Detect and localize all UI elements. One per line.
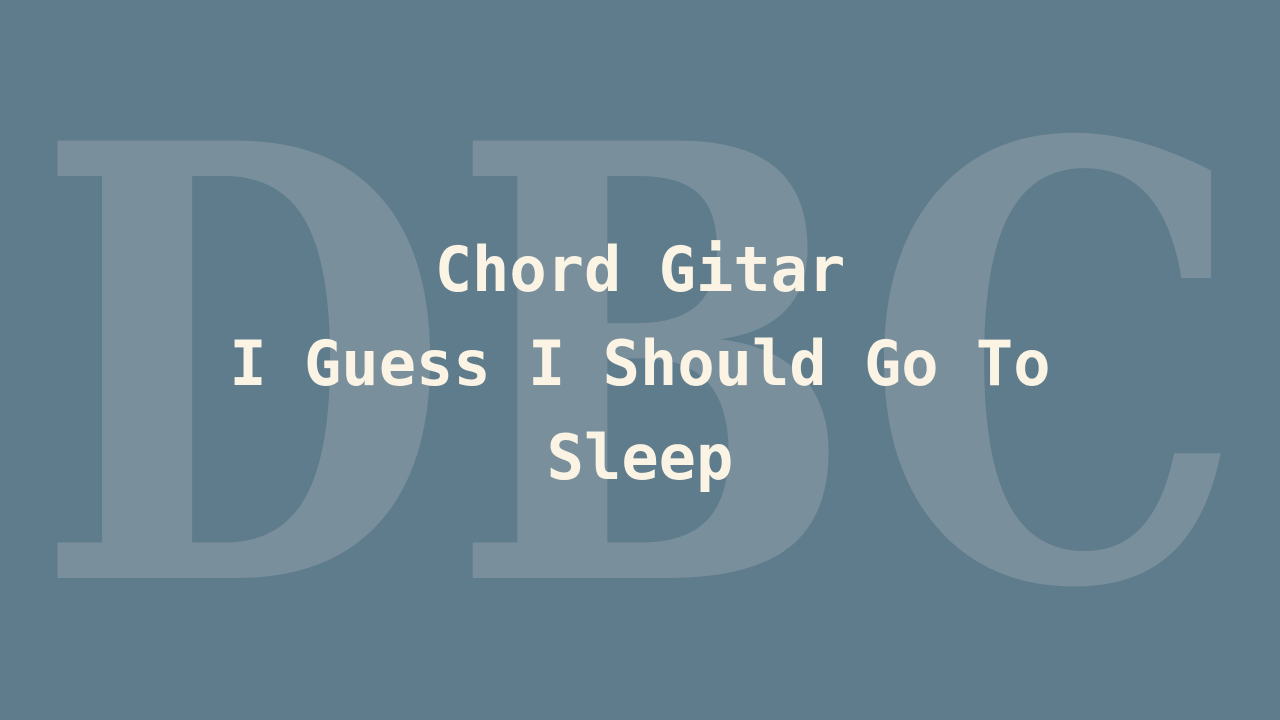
title-line-song-name-continued: Sleep [546, 421, 734, 494]
title-line-chord-gitar: Chord Gitar [434, 233, 846, 306]
title-line-song-name: I Guess I Should Go To [229, 327, 1051, 400]
title-block: Chord Gitar I Guess I Should Go To Sleep [0, 0, 1280, 720]
